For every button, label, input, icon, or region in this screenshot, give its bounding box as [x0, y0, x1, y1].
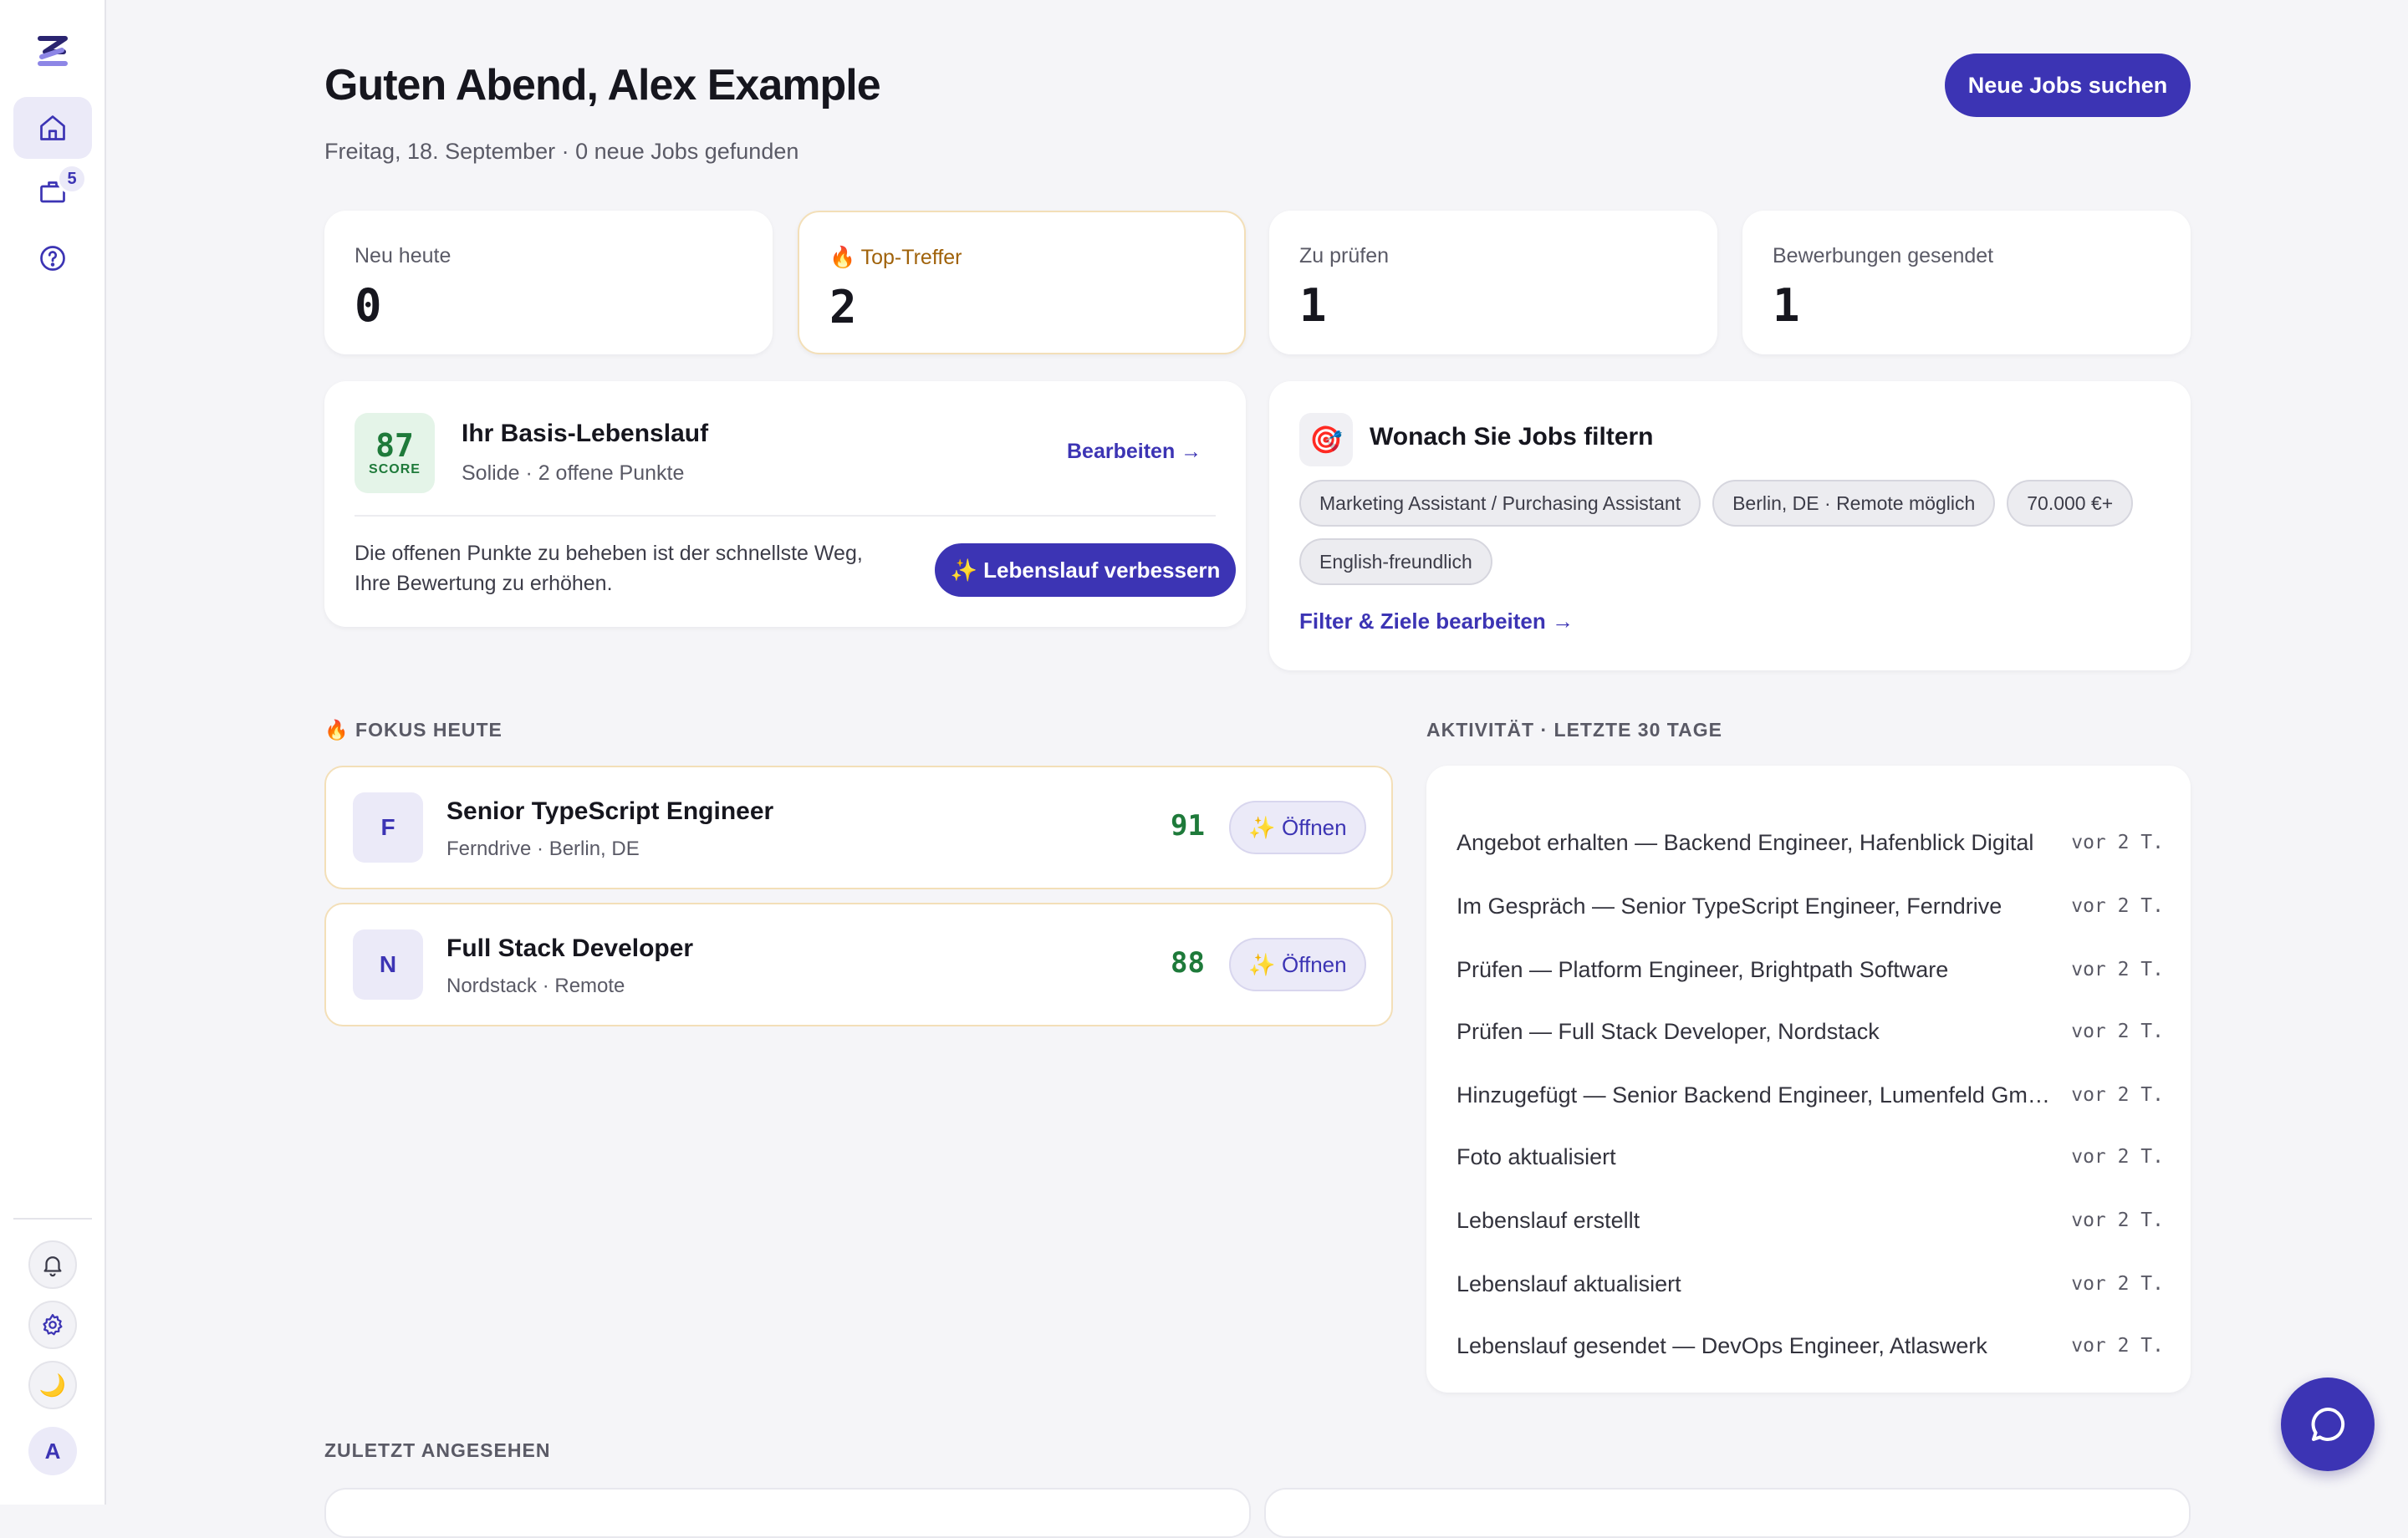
activity-time: vor 2 T.	[2071, 1335, 2164, 1357]
cv-title: Ihr Basis-Lebenslauf	[462, 420, 709, 447]
stat-card-to-review[interactable]: Zu prüfen 1	[1269, 211, 1717, 354]
activity-item[interactable]: Foto aktualisiert vor 2 T.	[1457, 1140, 2164, 1174]
job-title: Senior TypeScript Engineer	[446, 797, 774, 825]
filter-chip-role[interactable]: Marketing Assistant / Purchasing Assista…	[1299, 480, 1701, 527]
stat-card-top-matches[interactable]: 🔥 Top-Treffer 2	[798, 211, 1246, 354]
activity-time: vor 2 T.	[2071, 959, 2164, 980]
filter-chip-language[interactable]: English-freundlich	[1299, 538, 1492, 585]
activity-text: Lebenslauf gesendet — DevOps Engineer, A…	[1457, 1332, 1987, 1358]
bell-icon	[43, 1256, 62, 1277]
activity-heading: AKTIVITÄT · LETZTE 30 TAGE	[1426, 719, 1722, 741]
stat-value: 1	[1773, 279, 1800, 332]
filter-chip-salary[interactable]: 70.000 €+	[2007, 480, 2134, 527]
target-icon: 🎯	[1299, 413, 1353, 466]
activity-time: vor 2 T.	[2071, 1021, 2164, 1042]
company-logo: F	[353, 792, 423, 863]
stat-value: 1	[1299, 279, 1327, 332]
nav-help[interactable]	[13, 227, 92, 289]
home-icon	[40, 115, 65, 140]
recent-heading: ZULETZT ANGESEHEN	[324, 1439, 551, 1461]
cv-score-label: SCORE	[369, 462, 421, 476]
cv-hint-text: Die offenen Punkte zu beheben ist der sc…	[355, 542, 863, 595]
activity-text: Foto aktualisiert	[1457, 1143, 1616, 1169]
activity-time: vor 2 T.	[2071, 1210, 2164, 1231]
recent-card[interactable]	[1264, 1488, 2191, 1538]
company-logo: N	[353, 929, 423, 1000]
filter-chips: Marketing Assistant / Purchasing Assista…	[1299, 480, 2177, 585]
activity-time: vor 2 T.	[2071, 895, 2164, 917]
activity-card: Angebot erhalten — Backend Engineer, Haf…	[1426, 766, 2191, 1393]
job-company-location: Nordstack · Remote	[446, 975, 625, 997]
chat-button[interactable]	[2281, 1378, 2375, 1471]
activity-time: vor 2 T.	[2071, 1084, 2164, 1106]
job-match-score: 88	[1171, 946, 1205, 980]
cv-card: 87 SCORE Ihr Basis-Lebenslauf Solide · 2…	[324, 381, 1246, 627]
activity-text: Angebot erhalten — Backend Engineer, Haf…	[1457, 829, 2034, 855]
filter-card: 🎯 Wonach Sie Jobs filtern Marketing Assi…	[1269, 381, 2191, 670]
page-title: Guten Abend, Alex Example	[324, 61, 881, 109]
search-new-jobs-button[interactable]: Neue Jobs suchen	[1945, 53, 2191, 117]
stat-label: 🔥 Top-Treffer	[829, 246, 962, 269]
activity-item[interactable]: Hinzugefügt — Senior Backend Engineer, L…	[1457, 1078, 2164, 1112]
stat-value: 0	[355, 279, 382, 332]
edit-filters-link[interactable]: Filter & Ziele bearbeiten →	[1299, 609, 1574, 634]
jobs-count-badge: 5	[57, 164, 87, 194]
activity-time: vor 2 T.	[2071, 1146, 2164, 1168]
activity-time: vor 2 T.	[2071, 1273, 2164, 1295]
activity-item[interactable]: Im Gespräch — Senior TypeScript Engineer…	[1457, 889, 2164, 923]
cv-edit-link[interactable]: Bearbeiten →	[1067, 440, 1201, 464]
sidebar: 5 🌙 A	[0, 0, 106, 1505]
job-match-score: 91	[1171, 809, 1205, 843]
stat-card-new-today[interactable]: Neu heute 0	[324, 211, 773, 354]
activity-text: Hinzugefügt — Senior Backend Engineer, L…	[1457, 1082, 2050, 1108]
stat-value: 2	[829, 281, 857, 334]
activity-item[interactable]: Lebenslauf erstellt vor 2 T.	[1457, 1204, 2164, 1237]
activity-item[interactable]: Angebot erhalten — Backend Engineer, Haf…	[1457, 826, 2164, 859]
notifications-button[interactable]	[28, 1240, 77, 1289]
theme-toggle-button[interactable]: 🌙	[28, 1361, 77, 1409]
cv-score-value: 87	[375, 427, 414, 464]
nav-home[interactable]	[13, 97, 92, 159]
stat-card-applications-sent[interactable]: Bewerbungen gesendet 1	[1742, 211, 2191, 354]
activity-text: Prüfen — Platform Engineer, Brightpath S…	[1457, 956, 1949, 982]
settings-button[interactable]	[28, 1301, 77, 1349]
app-logo[interactable]	[33, 32, 72, 70]
chat-bubble-icon	[2311, 1407, 2345, 1441]
job-company-location: Ferndrive · Berlin, DE	[446, 838, 640, 860]
job-card[interactable]: F Senior TypeScript Engineer Ferndrive ·…	[324, 766, 1393, 889]
improve-cv-button[interactable]: ✨ Lebenslauf verbessern	[935, 543, 1236, 597]
recent-card[interactable]	[324, 1488, 1251, 1538]
activity-text: Lebenslauf erstellt	[1457, 1207, 1640, 1233]
stat-label: Bewerbungen gesendet	[1773, 244, 1994, 267]
activity-item[interactable]: Prüfen — Platform Engineer, Brightpath S…	[1457, 953, 2164, 986]
activity-item[interactable]: Lebenslauf gesendet — DevOps Engineer, A…	[1457, 1329, 2164, 1362]
activity-text: Prüfen — Full Stack Developer, Nordstack	[1457, 1018, 1880, 1044]
activity-text: Lebenslauf aktualisiert	[1457, 1271, 1681, 1296]
job-title: Full Stack Developer	[446, 935, 694, 962]
stat-label: Neu heute	[355, 244, 452, 267]
cv-divider	[355, 515, 1216, 517]
activity-text: Im Gespräch — Senior TypeScript Engineer…	[1457, 893, 2002, 919]
activity-item[interactable]: Prüfen — Full Stack Developer, Nordstack…	[1457, 1015, 2164, 1048]
job-card[interactable]: N Full Stack Developer Nordstack · Remot…	[324, 903, 1393, 1026]
help-icon	[40, 246, 65, 271]
open-job-button[interactable]: ✨ Öffnen	[1229, 801, 1366, 854]
moon-icon: 🌙	[38, 1372, 67, 1398]
filter-title: Wonach Sie Jobs filtern	[1370, 423, 1654, 451]
activity-time: vor 2 T.	[2071, 832, 2164, 853]
filter-chip-location[interactable]: Berlin, DE · Remote möglich	[1712, 480, 1996, 527]
gear-icon	[43, 1314, 63, 1336]
focus-heading: 🔥 FOKUS HEUTE	[324, 719, 503, 741]
page-subtitle: Freitag, 18. September · 0 neue Jobs gef…	[324, 139, 799, 164]
open-job-button[interactable]: ✨ Öffnen	[1229, 938, 1366, 991]
cv-subtitle: Solide · 2 offene Punkte	[462, 461, 685, 485]
stat-label: Zu prüfen	[1299, 244, 1390, 267]
cv-score-badge: 87 SCORE	[355, 413, 435, 493]
sidebar-divider	[13, 1218, 92, 1220]
activity-item[interactable]: Lebenslauf aktualisiert vor 2 T.	[1457, 1267, 2164, 1301]
user-avatar[interactable]: A	[28, 1427, 77, 1475]
